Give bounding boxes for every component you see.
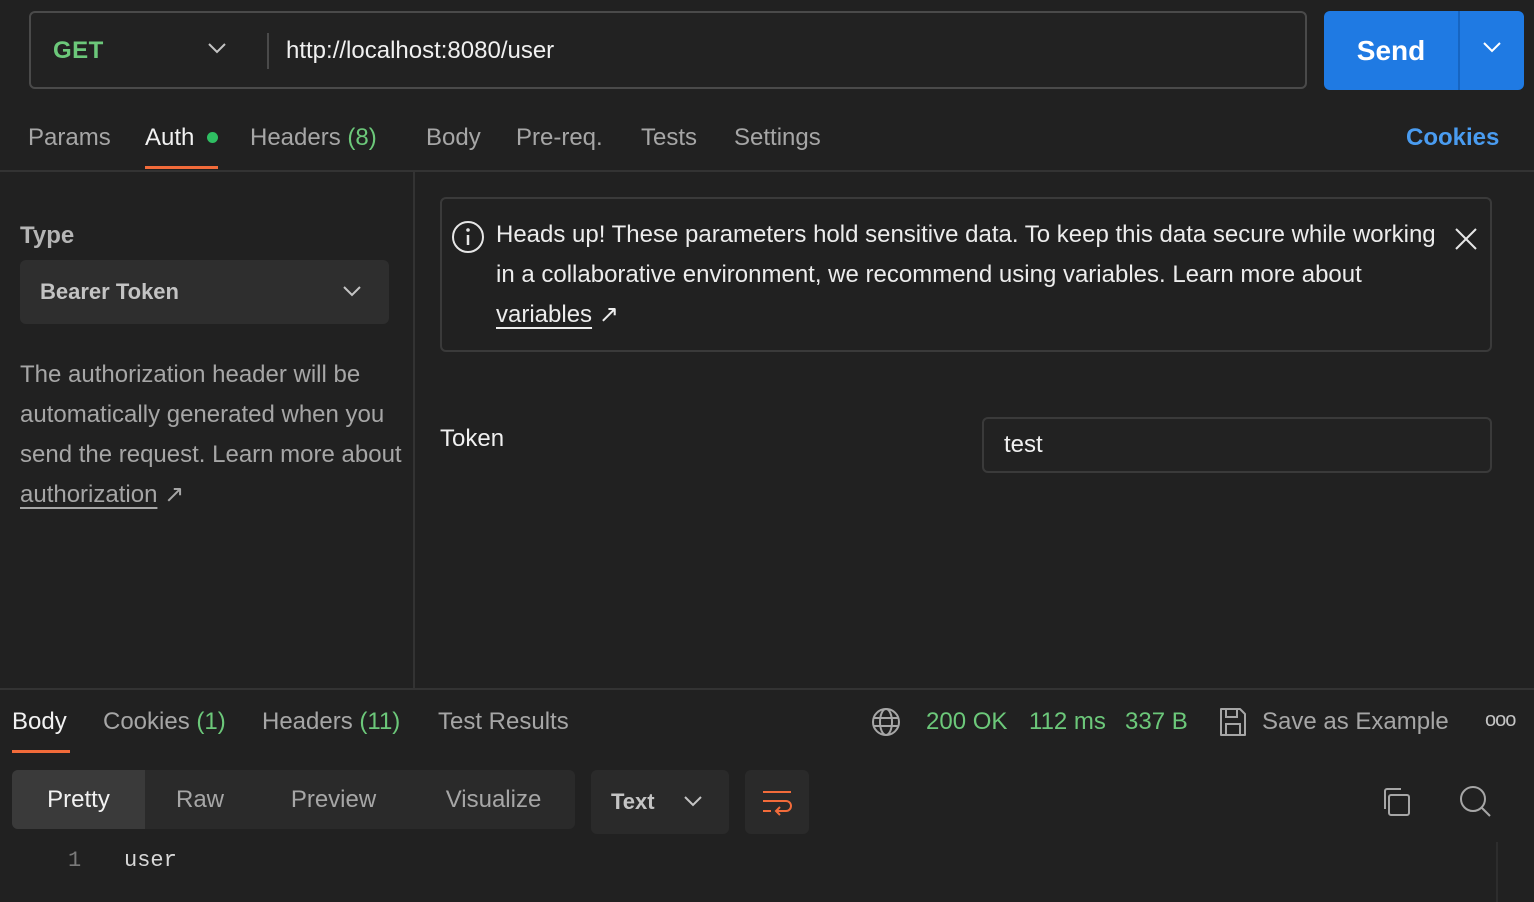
view-raw[interactable]: Raw	[145, 770, 255, 829]
wrap-lines-button[interactable]	[745, 770, 809, 834]
response-tab-headers-count: (11)	[359, 708, 401, 735]
code-line[interactable]: user	[124, 848, 177, 873]
status-code[interactable]: 200 OK	[926, 708, 1007, 736]
search-icon[interactable]	[1458, 784, 1492, 818]
response-tab-body[interactable]: Body	[12, 708, 67, 736]
save-as-example-button[interactable]: Save as Example	[1262, 708, 1449, 736]
active-tab-indicator	[145, 166, 218, 169]
format-value: Text	[611, 789, 655, 814]
tab-tests[interactable]: Tests	[641, 124, 697, 152]
token-input[interactable]	[982, 417, 1492, 473]
auth-description: The authorization header will be automat…	[20, 355, 405, 515]
response-size[interactable]: 337 B	[1125, 708, 1188, 736]
response-tab-cookies-label: Cookies	[103, 708, 190, 735]
send-divider	[1458, 11, 1460, 90]
tab-auth[interactable]: Auth	[145, 124, 194, 152]
format-select[interactable]: Text	[591, 770, 729, 834]
external-link-icon[interactable]: ↗	[164, 481, 184, 508]
tab-params[interactable]: Params	[28, 124, 111, 152]
send-label[interactable]: Send	[1324, 11, 1458, 90]
token-label: Token	[440, 425, 505, 452]
chevron-down-icon[interactable]	[1482, 40, 1502, 54]
line-number: 1	[68, 848, 82, 873]
url-input[interactable]: http://localhost:8080/user	[286, 37, 554, 65]
response-time[interactable]: 112 ms	[1029, 708, 1106, 736]
response-divider	[0, 688, 1534, 690]
url-bar: GET http://localhost:8080/user	[29, 11, 1307, 89]
auth-description-text: The authorization header will be automat…	[20, 361, 402, 468]
wrap-lines-icon	[763, 791, 792, 816]
divider	[0, 170, 1534, 172]
copy-icon[interactable]	[1380, 786, 1412, 818]
tab-headers[interactable]: Headers (8)	[250, 124, 377, 152]
close-icon[interactable]	[1453, 226, 1479, 252]
auth-type-value: Bearer Token	[40, 279, 179, 304]
auth-type-label: Type	[20, 222, 75, 249]
cookies-link[interactable]: Cookies	[1406, 124, 1499, 152]
response-tab-test-results[interactable]: Test Results	[438, 708, 569, 736]
response-tab-headers-label: Headers	[262, 708, 353, 735]
auth-status-dot	[207, 132, 218, 143]
send-button[interactable]: Send	[1324, 11, 1524, 90]
globe-icon[interactable]	[871, 707, 901, 737]
chevron-down-icon	[684, 796, 702, 807]
tab-body[interactable]: Body	[426, 124, 481, 152]
chevron-down-icon	[343, 286, 361, 297]
view-visualize[interactable]: Visualize	[412, 770, 575, 829]
more-options-icon[interactable]: ooo	[1485, 709, 1516, 732]
authorization-link[interactable]: authorization	[20, 481, 157, 508]
active-tab-indicator	[12, 750, 70, 753]
tab-pre-request[interactable]: Pre-req.	[516, 124, 603, 152]
method-select[interactable]: GET	[53, 37, 104, 65]
tab-settings[interactable]: Settings	[734, 124, 821, 152]
scrollbar[interactable]	[1496, 842, 1498, 902]
external-link-icon[interactable]: ↗	[599, 301, 619, 328]
response-tab-cookies-count: (1)	[196, 708, 226, 735]
url-divider	[267, 33, 269, 69]
view-preview[interactable]: Preview	[255, 770, 412, 829]
view-mode-segmented: Pretty Raw Preview Visualize	[12, 770, 575, 829]
view-pretty[interactable]: Pretty	[12, 770, 145, 829]
response-tab-cookies[interactable]: Cookies (1)	[103, 708, 226, 736]
response-tab-headers[interactable]: Headers (11)	[262, 708, 400, 736]
variables-link[interactable]: variables	[496, 301, 592, 328]
tab-headers-label: Headers	[250, 124, 341, 151]
chevron-down-icon[interactable]	[207, 41, 227, 55]
banner-text: Heads up! These parameters hold sensitiv…	[496, 221, 1436, 288]
banner-message: Heads up! These parameters hold sensitiv…	[496, 215, 1436, 335]
info-icon	[452, 221, 484, 253]
save-icon[interactable]	[1218, 706, 1248, 738]
column-divider	[413, 172, 415, 689]
sensitive-data-banner: Heads up! These parameters hold sensitiv…	[440, 197, 1492, 352]
auth-type-select[interactable]: Bearer Token	[20, 260, 389, 324]
tab-headers-count: (8)	[347, 124, 377, 151]
